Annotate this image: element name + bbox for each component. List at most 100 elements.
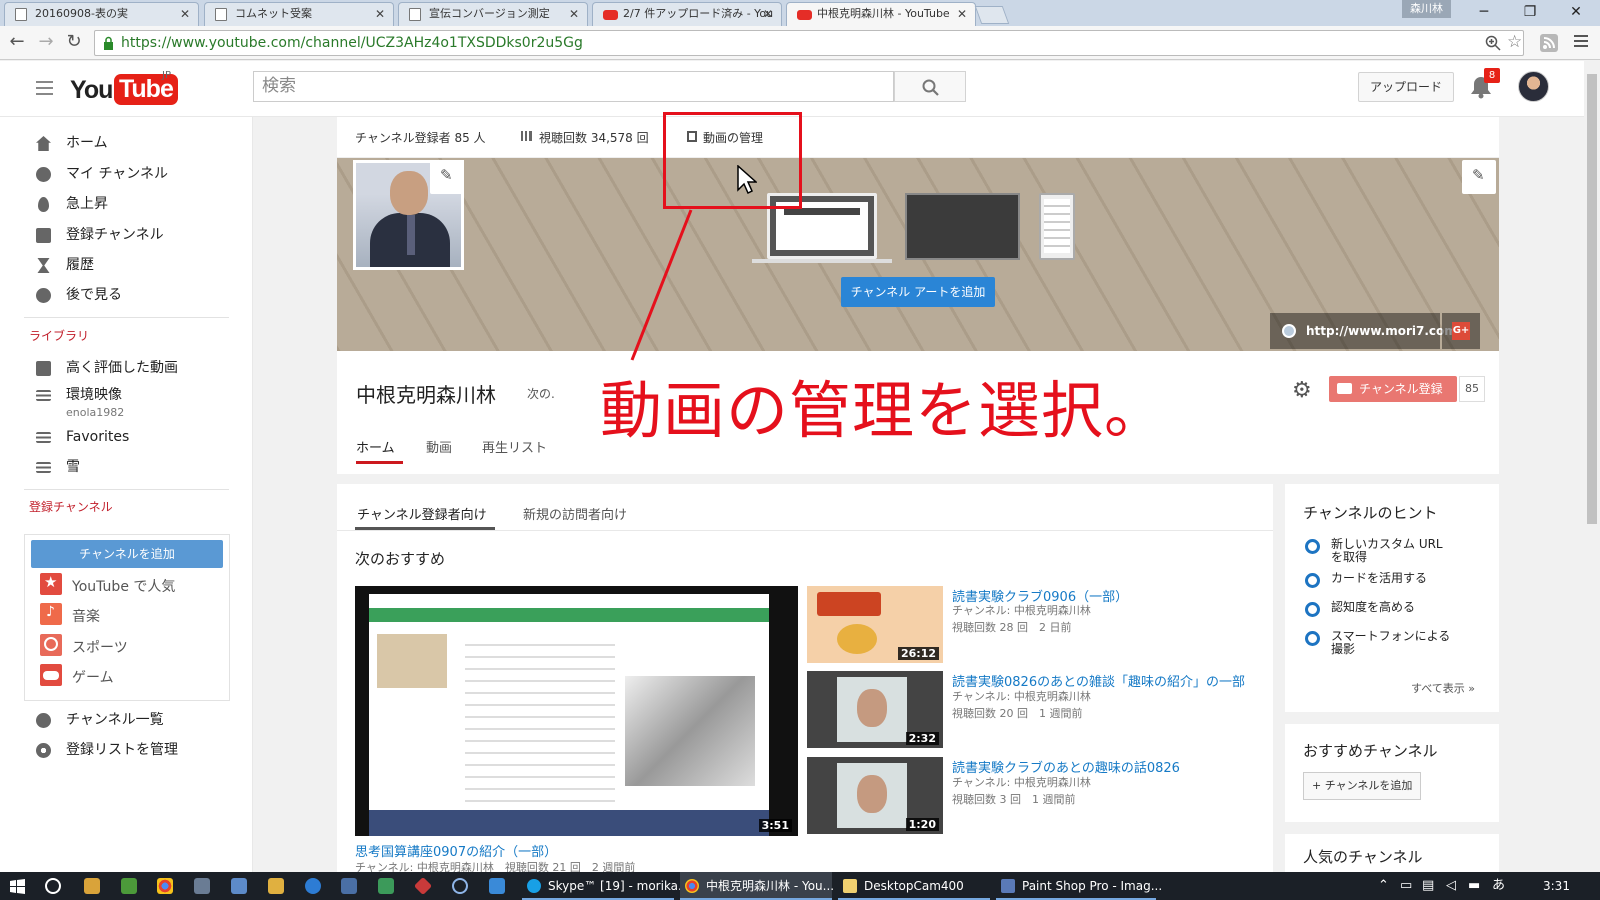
ime-indicator[interactable]: あ [1492, 872, 1505, 900]
profile-tie [407, 215, 415, 255]
video-duration: 3:51 [758, 819, 792, 832]
featured-video-thumbnail[interactable]: 3:51 [355, 586, 798, 836]
page-scrollbar[interactable] [1584, 61, 1600, 872]
app-icon-globe[interactable] [452, 878, 468, 894]
zoom-icon[interactable] [1485, 35, 1501, 51]
tab-videos[interactable]: 動画 [426, 437, 452, 456]
video-thumbnail-2[interactable]: 1:20 [807, 757, 943, 834]
show-all-link[interactable]: すべて表示 » [1411, 680, 1475, 696]
annotation-text: 動画の管理を選択。 [600, 374, 1168, 447]
browser-menu-icon[interactable] [1574, 35, 1588, 47]
app-icon-grid[interactable] [341, 878, 357, 894]
taskbar-app-desktopcam[interactable]: DesktopCam400 [838, 872, 990, 900]
thumbs-up-icon [36, 361, 51, 376]
tray-chevron-icon[interactable]: ⌃ [1378, 872, 1389, 900]
featured-video-title[interactable]: 思考国算講座0907の紹介（一部） [355, 841, 557, 860]
close-icon[interactable]: ✕ [569, 3, 579, 25]
close-icon[interactable]: ✕ [957, 3, 967, 25]
taskbar-app-chrome[interactable]: 中根克明森川林 - You... [680, 872, 834, 900]
tray-volume-icon[interactable]: ◁ [1446, 872, 1456, 900]
page-icon [215, 8, 227, 21]
close-icon[interactable]: ✕ [375, 3, 385, 25]
website-link[interactable]: http://www.mori7.com/ [1270, 313, 1461, 349]
minimize-icon[interactable]: ─ [1464, 0, 1504, 24]
browser-tab-1[interactable]: コムネット受案 ✕ [204, 2, 394, 26]
windows-start-icon[interactable] [10, 879, 25, 894]
edit-banner-button[interactable]: ✎ [1462, 160, 1496, 194]
browser-tab-4[interactable]: 中根克明森川林 - YouTube ✕ [786, 2, 976, 27]
hourglass-icon [37, 258, 50, 273]
app-icon-notes[interactable] [84, 878, 100, 894]
channel-tips-header: チャンネルのヒント [1303, 504, 1438, 522]
add-channel-art-button[interactable]: チャンネル アートを追加 [841, 277, 995, 307]
close-icon[interactable]: ✕ [763, 3, 773, 25]
edit-avatar-button[interactable]: ✎ [430, 160, 464, 194]
tab-playlists[interactable]: 再生リスト [482, 437, 547, 456]
hint-label: 認知度を高める [1331, 600, 1416, 614]
subscribe-label: チャンネル登録 [1359, 382, 1443, 396]
browser-toolbar: ← → ↻ https://www.youtube.com/channel/UC… [0, 26, 1600, 60]
edge-icon[interactable] [305, 878, 321, 894]
subscribe-button[interactable]: チャンネル登録 [1329, 376, 1457, 402]
video-thumbnail-0[interactable]: 26:12 [807, 586, 943, 663]
sidebar-divider [24, 317, 229, 318]
forward-icon[interactable]: → [34, 31, 58, 52]
file-explorer-icon[interactable] [268, 878, 284, 894]
address-bar[interactable]: https://www.youtube.com/channel/UCZ3AHz4… [94, 30, 1524, 56]
browser-tab-3[interactable]: 2/7 件アップロード済み - You ✕ [592, 2, 782, 26]
subscriptions-header[interactable]: 登録チャンネル [29, 498, 113, 515]
video-channel-1: チャンネル: 中根克明森川林 [952, 690, 1091, 703]
search-input[interactable]: 検索 [253, 71, 894, 102]
browser-tab-2[interactable]: 宣伝コンバージョン測定 ✕ [398, 2, 588, 26]
reload-icon[interactable]: ↻ [62, 31, 86, 52]
channel-name[interactable]: 中根克明森川林 [356, 379, 496, 408]
rss-icon[interactable] [1540, 34, 1558, 52]
video-thumbnail-1[interactable]: 2:32 [807, 671, 943, 748]
chrome-icon[interactable] [157, 878, 173, 894]
taskbar-app-skype[interactable]: Skype™ [19] - morika... [522, 872, 689, 900]
google-plus-link[interactable]: G+ [1442, 313, 1480, 349]
restore-icon[interactable]: ❐ [1510, 0, 1550, 24]
sidebar-item-label: 高く評価した動画 [66, 360, 178, 376]
tray-network-icon[interactable]: ▤ [1422, 872, 1434, 900]
tab-home[interactable]: ホーム [356, 437, 395, 456]
new-tab-button[interactable] [974, 6, 1010, 24]
gear-icon[interactable]: ⚙ [1292, 378, 1312, 403]
app-icon-blue[interactable] [489, 878, 505, 894]
window-user-badge[interactable]: 森川林 [1402, 0, 1451, 18]
back-icon[interactable]: ← [5, 31, 29, 52]
browser-tab-0[interactable]: 20160908-表の実 ✕ [4, 2, 199, 26]
hint-ring-icon [1305, 602, 1320, 617]
add-channel-button[interactable]: チャンネルを追加 [31, 540, 223, 568]
app-icon-window[interactable] [231, 878, 247, 894]
close-window-icon[interactable]: ✕ [1556, 0, 1596, 24]
thumbnail-post-list [465, 634, 615, 804]
phone-illustration [1039, 193, 1075, 260]
home-icon [36, 136, 51, 151]
app-icon-camera[interactable] [194, 878, 210, 894]
app-icon-tool[interactable] [121, 878, 137, 894]
taskbar-app-paintshop[interactable]: Paint Shop Pro - Imag... [996, 872, 1162, 900]
avatar[interactable] [1518, 71, 1549, 102]
browser-tab-label: 2/7 件アップロード済み - You [623, 7, 774, 20]
library-header[interactable]: ライブラリ [29, 327, 89, 344]
tab-for-new-visitors[interactable]: 新規の訪問者向け [523, 504, 627, 523]
tray-battery-icon[interactable]: ▭ [1400, 872, 1412, 900]
add-recommended-channel-button[interactable]: + チャンネルを追加 [1303, 772, 1422, 800]
page-icon [409, 8, 421, 21]
tab-for-subscribers[interactable]: チャンネル登録者向け [357, 504, 487, 523]
sidebar-item-label: 履歴 [66, 257, 94, 273]
app-icon-diamond[interactable] [413, 876, 433, 896]
guide-menu-icon[interactable] [36, 81, 53, 95]
tray-message-icon[interactable]: ▬ [1468, 872, 1480, 900]
taskbar-clock[interactable]: 3:31 [1543, 872, 1570, 900]
video-meta-2: 視聴回数 3 回 1 週間前 [952, 793, 1076, 806]
search-button[interactable] [894, 71, 966, 102]
close-icon[interactable]: ✕ [180, 3, 190, 25]
app-icon-green[interactable] [378, 878, 394, 894]
upload-button[interactable]: アップロード [1358, 72, 1455, 102]
scrollbar-thumb[interactable] [1587, 74, 1597, 524]
bookmark-star-icon[interactable]: ☆ [1507, 32, 1522, 52]
cortana-icon[interactable] [45, 878, 61, 894]
popular-channels-card: 人気のチャンネル [1285, 834, 1499, 872]
